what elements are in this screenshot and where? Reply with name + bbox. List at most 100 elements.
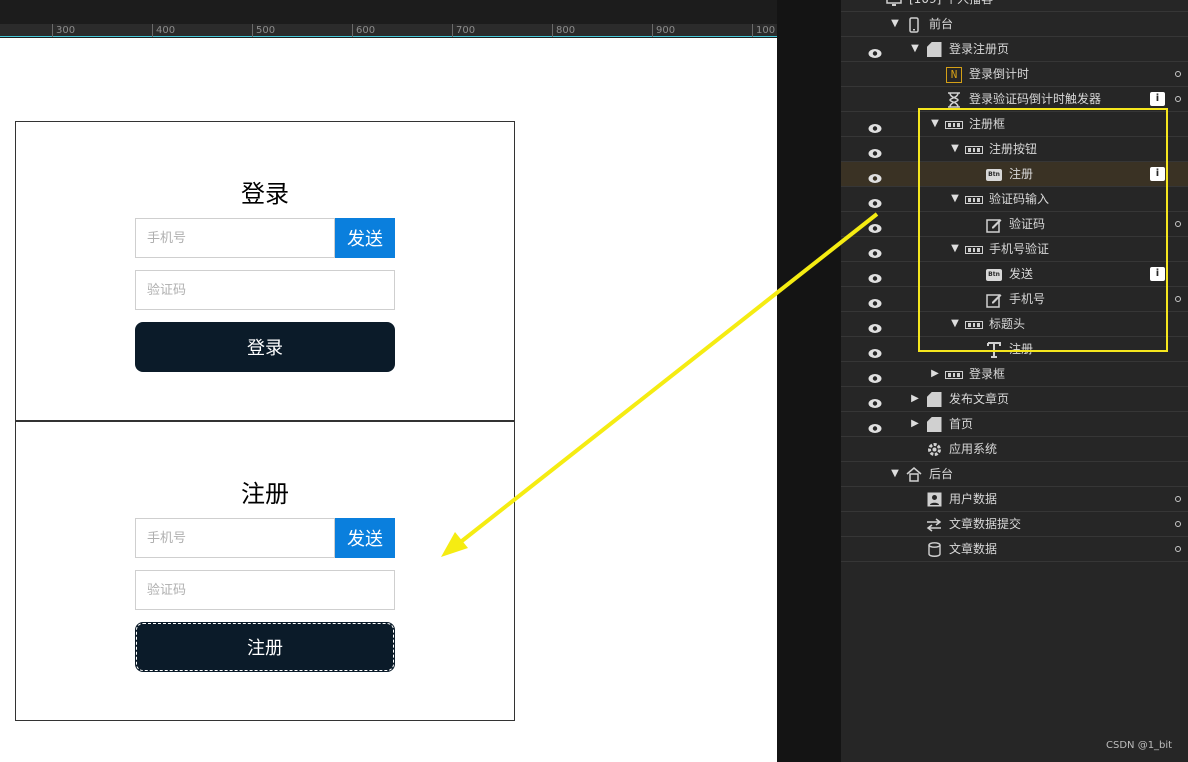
info-icon[interactable]: i: [1150, 267, 1165, 281]
tree-row-login-box[interactable]: ▶ 登录框: [841, 362, 1188, 387]
login-box[interactable]: 登录 发送 登录: [15, 121, 515, 421]
eye-icon[interactable]: [868, 369, 882, 383]
tree-label: 前台: [929, 17, 954, 31]
login-phone-input[interactable]: [136, 219, 334, 257]
tree-row-article-data[interactable]: 文章数据: [841, 537, 1188, 562]
button-icon: Btn: [985, 266, 1003, 283]
register-phone-field[interactable]: [135, 518, 335, 558]
ruler-tick: [252, 24, 253, 37]
eye-icon[interactable]: [868, 344, 882, 358]
tree-row-register-box[interactable]: ▼ 注册框: [841, 112, 1188, 137]
caret-right-icon[interactable]: ▶: [929, 368, 941, 380]
gear-icon: [925, 441, 943, 458]
tree-row-login-register-page[interactable]: ▼ 登录注册页: [841, 37, 1188, 62]
tree-row-register-button[interactable]: Btn 注册 i: [841, 162, 1188, 187]
horizontal-ruler: 300 400 500 600 700 800 900 100: [0, 24, 777, 37]
tree-row-app-system[interactable]: 应用系统: [841, 437, 1188, 462]
caret-down-icon[interactable]: ▼: [929, 118, 941, 130]
register-title: 注册: [241, 480, 289, 508]
login-send-button[interactable]: 发送: [335, 218, 395, 258]
tree-label: 登录注册页: [949, 42, 1010, 56]
tree-label: 验证码输入: [989, 192, 1050, 206]
tree-row-title-header[interactable]: ▼ 标题头: [841, 312, 1188, 337]
tree-row-user-data[interactable]: 用户数据: [841, 487, 1188, 512]
login-submit-button[interactable]: 登录: [135, 322, 395, 372]
register-code-field[interactable]: [135, 570, 395, 610]
tree-row-send-button[interactable]: Btn 发送 i: [841, 262, 1188, 287]
status-dot: [1175, 96, 1181, 102]
tree-label: 验证码: [1009, 217, 1046, 231]
caret-down-icon[interactable]: ▼: [909, 43, 921, 55]
user-data-icon: [925, 491, 943, 508]
login-code-input[interactable]: [136, 271, 394, 309]
tree-row-countdown-trigger[interactable]: 登录验证码倒计时触发器 i: [841, 87, 1188, 112]
button-icon: Btn: [985, 166, 1003, 183]
caret-down-icon[interactable]: ▼: [949, 143, 961, 155]
eye-icon[interactable]: [868, 394, 882, 408]
eye-icon[interactable]: [868, 144, 882, 158]
register-box[interactable]: 注册 发送 注册: [15, 421, 515, 721]
tree-row-code-input-group[interactable]: ▼ 验证码输入: [841, 187, 1188, 212]
tree-label: 手机号: [1009, 292, 1046, 306]
ruler-tick: [752, 24, 753, 37]
caret-down-icon[interactable]: ▼: [949, 318, 961, 330]
tree-label: 注册: [1009, 167, 1034, 181]
eye-icon[interactable]: [868, 44, 882, 58]
info-icon[interactable]: i: [1150, 92, 1165, 106]
eye-icon[interactable]: [868, 169, 882, 183]
eye-icon[interactable]: [868, 219, 882, 233]
eye-icon[interactable]: [868, 194, 882, 208]
ruler-tick: [552, 24, 553, 37]
info-icon[interactable]: i: [1150, 167, 1165, 181]
eye-icon[interactable]: [868, 269, 882, 283]
caret-down-icon[interactable]: ▼: [949, 193, 961, 205]
tree-row-project[interactable]: [109] 个人播客: [841, 0, 1188, 12]
eye-icon[interactable]: [868, 119, 882, 133]
register-send-button[interactable]: 发送: [335, 518, 395, 558]
page-icon: [925, 391, 943, 408]
ruler-tick: [52, 24, 53, 37]
ruler-label: 700: [456, 25, 476, 36]
tree-row-phone-input[interactable]: 手机号: [841, 287, 1188, 312]
tree-row-backend[interactable]: ▼ 后台: [841, 462, 1188, 487]
tree-label: 标题头: [989, 317, 1026, 331]
login-code-field[interactable]: [135, 270, 395, 310]
tree-label: 文章数据: [949, 542, 998, 556]
register-code-input[interactable]: [136, 571, 394, 609]
caret-down-icon[interactable]: ▼: [889, 18, 901, 30]
caret-right-icon[interactable]: ▶: [909, 393, 921, 405]
tree-row-login-countdown[interactable]: N 登录倒计时: [841, 62, 1188, 87]
caret-right-icon[interactable]: ▶: [909, 418, 921, 430]
database-icon: [925, 541, 943, 558]
eye-icon[interactable]: [868, 419, 882, 433]
status-dot: [1175, 71, 1181, 77]
eye-icon[interactable]: [868, 319, 882, 333]
hourglass-icon: [945, 91, 963, 108]
tree-label: 登录验证码倒计时触发器: [969, 92, 1102, 106]
outline-panel[interactable]: [109] 个人播客 ▼ 前台 ▼ 登录注册页 N 登录倒计时: [841, 0, 1188, 762]
page-icon: [925, 416, 943, 433]
login-phone-field[interactable]: [135, 218, 335, 258]
tree-row-publish-page[interactable]: ▶ 发布文章页: [841, 387, 1188, 412]
container-icon: [945, 116, 963, 133]
tree-row-frontend[interactable]: ▼ 前台: [841, 12, 1188, 37]
tree-row-phone-group[interactable]: ▼ 手机号验证: [841, 237, 1188, 262]
eye-icon[interactable]: [868, 244, 882, 258]
phone-icon: [905, 16, 923, 33]
eye-icon[interactable]: [868, 294, 882, 308]
caret-down-icon[interactable]: ▼: [889, 468, 901, 480]
container-icon: [965, 191, 983, 208]
tree-row-register-button-group[interactable]: ▼ 注册按钮: [841, 137, 1188, 162]
input-edit-icon: [985, 291, 1003, 308]
register-phone-input[interactable]: [136, 519, 334, 557]
tree-row-home-page[interactable]: ▶ 首页: [841, 412, 1188, 437]
design-canvas[interactable]: 登录 发送 登录 注册 发送 注册: [0, 38, 777, 762]
ruler-label: 800: [556, 25, 576, 36]
tree-row-register-title-text[interactable]: 注册: [841, 337, 1188, 362]
tree-row-article-submit[interactable]: 文章数据提交: [841, 512, 1188, 537]
register-submit-button[interactable]: 注册: [135, 622, 395, 672]
tree-row-code-input[interactable]: 验证码: [841, 212, 1188, 237]
caret-down-icon[interactable]: ▼: [949, 243, 961, 255]
admin-icon: [905, 466, 923, 483]
ruler-label: 300: [56, 25, 76, 36]
